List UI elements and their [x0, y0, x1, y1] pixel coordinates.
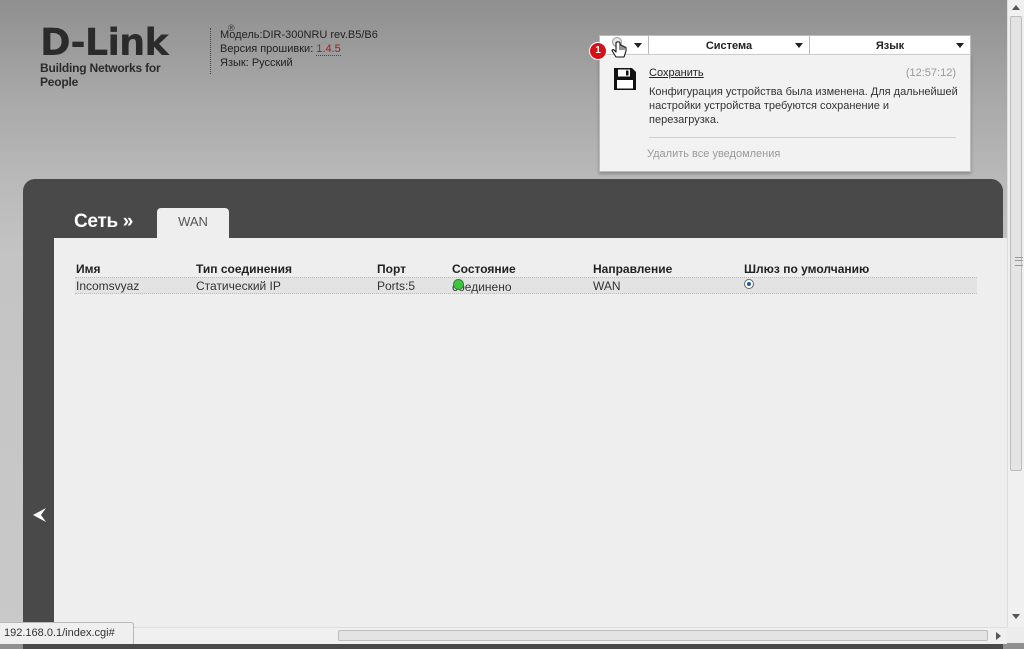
top-menu-bar: 1 Система Язык: [589, 35, 971, 60]
horizontal-scrollbar[interactable]: [0, 627, 1007, 644]
wan-connections-table: Имя Тип соединения Порт Состояние Направ…: [75, 262, 977, 294]
scroll-right-icon[interactable]: [996, 632, 1001, 640]
column-header-default-gateway: Шлюз по умолчанию: [744, 262, 870, 276]
column-header-name: Имя: [76, 262, 101, 276]
notification-text: Конфигурация устройства была изменена. Д…: [649, 86, 958, 126]
firmware-line: Версия прошивки: 1.4.5: [220, 42, 378, 56]
notification-count-badge: 1: [589, 42, 607, 60]
language-line: Язык: Русский: [220, 56, 378, 70]
status-dot-icon: [453, 279, 464, 290]
notification-panel: Сохранить (12:57:12) Конфигурация устрой…: [599, 54, 971, 172]
firmware-version-link[interactable]: 1.4.5: [316, 43, 341, 56]
logo-tagline: Building Networks for People: [40, 61, 161, 89]
model-line: Модель:DIR-300NRU rev.B5/B6: [220, 28, 378, 42]
tab-wan[interactable]: WAN: [157, 208, 229, 239]
system-menu[interactable]: Система: [649, 36, 810, 55]
firmware-label: Версия прошивки:: [220, 43, 317, 55]
clear-all-notifications-link[interactable]: Удалить все уведомления: [647, 148, 780, 160]
horizontal-scroll-thumb[interactable]: [338, 630, 988, 641]
connection-type: Статический IP: [196, 279, 281, 293]
dlink-logo[interactable]: D-Link ® Building Networks for People: [40, 21, 235, 89]
scroll-up-icon[interactable]: [1012, 5, 1020, 10]
connection-name: Incomsvyaz: [76, 279, 140, 293]
model-value: DIR-300NRU rev.B5/B6: [262, 29, 378, 41]
scroll-down-icon[interactable]: [1012, 614, 1020, 619]
connection-direction: WAN: [593, 279, 621, 293]
column-header-type: Тип соединения: [196, 262, 293, 276]
scroll-corner: [1007, 627, 1024, 643]
logo-text: D-Link: [40, 21, 169, 64]
language-menu[interactable]: Язык: [810, 36, 970, 55]
chevron-left-icon[interactable]: [31, 506, 47, 524]
language-value: Русский: [251, 57, 293, 69]
model-label: Модель:: [220, 29, 263, 41]
notification-time: (12:57:12): [905, 67, 956, 79]
chevron-down-icon: [795, 43, 803, 48]
table-row[interactable]: Incomsvyaz Статический IP Ports:5 соедин…: [75, 277, 977, 294]
grip-icon: [1015, 257, 1023, 266]
language-menu-label: Язык: [875, 39, 905, 52]
vertical-scroll-thumb[interactable]: [1010, 16, 1023, 471]
section-title[interactable]: Сеть »: [74, 211, 133, 233]
chevron-down-icon: [634, 43, 642, 48]
default-gateway-radio[interactable]: [744, 279, 754, 289]
system-menu-label: Система: [705, 39, 753, 52]
device-info: Модель:DIR-300NRU rev.B5/B6 Версия проши…: [210, 28, 378, 74]
vertical-scrollbar[interactable]: [1007, 0, 1024, 627]
notifications-menu[interactable]: 1: [589, 36, 649, 60]
notification-divider: [649, 137, 956, 138]
floppy-disk-icon: [614, 68, 636, 90]
browser-status-bar: 192.168.0.1/index.cgi#: [0, 622, 134, 644]
language-label: Язык:: [220, 57, 252, 69]
hand-pointer-icon: [611, 37, 627, 58]
column-header-status: Состояние: [452, 262, 516, 276]
save-notification-link[interactable]: Сохранить: [649, 67, 704, 79]
connection-port: Ports:5: [377, 279, 416, 293]
column-header-port: Порт: [377, 262, 407, 276]
chevron-down-icon: [956, 43, 964, 48]
content-area: [54, 238, 1014, 638]
column-header-direction: Направление: [593, 262, 673, 276]
table-header: Имя Тип соединения Порт Состояние Направ…: [75, 262, 977, 277]
